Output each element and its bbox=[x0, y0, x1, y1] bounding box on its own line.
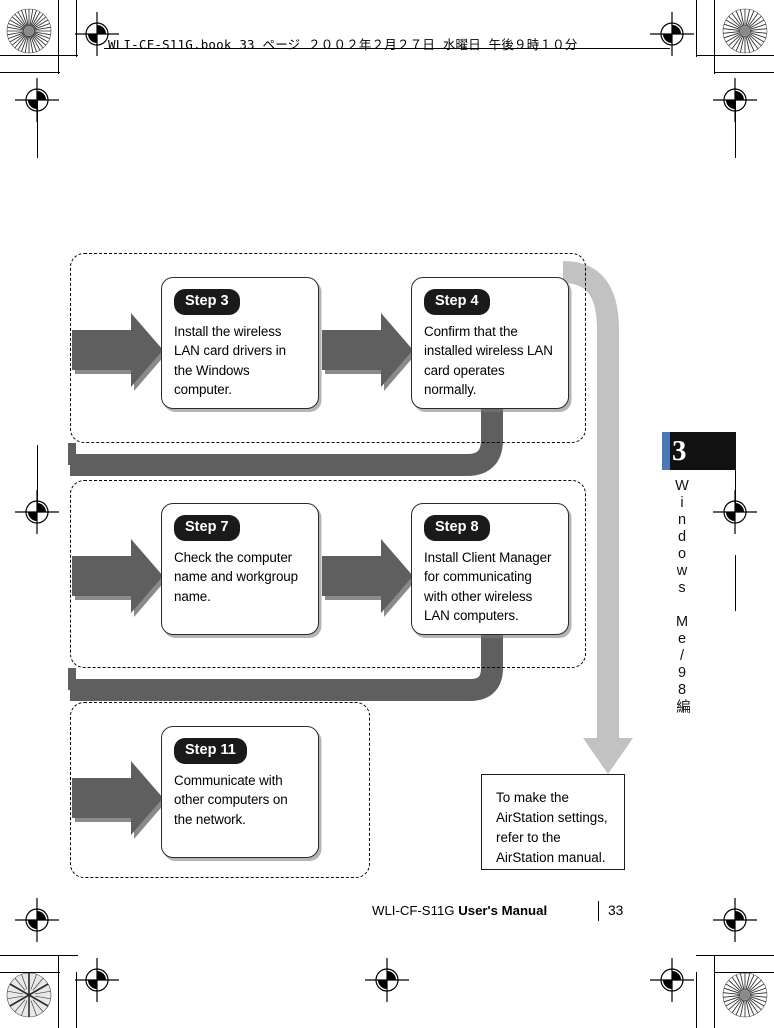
step-box-7[interactable]: Step 7 Check the computer name and workg… bbox=[161, 503, 319, 635]
footer-title-bold: User's Manual bbox=[458, 903, 548, 918]
airstation-note-text: To make the AirStation settings, refer t… bbox=[496, 790, 608, 865]
step-box-3[interactable]: Step 3 Install the wireless LAN card dri… bbox=[161, 277, 319, 409]
step-7-label: Step 7 bbox=[174, 515, 240, 541]
footer-divider bbox=[598, 901, 600, 921]
step-box-4[interactable]: Step 4 Confirm that the installed wirele… bbox=[411, 277, 569, 409]
chapter-tab-number: 3 bbox=[672, 435, 687, 467]
step-box-11[interactable]: Step 11 Communicate with other computers… bbox=[161, 726, 319, 858]
chapter-tab-accent-edge bbox=[662, 432, 670, 470]
step-4-label: Step 4 bbox=[424, 289, 490, 315]
step-3-text: Install the wireless LAN card drivers in… bbox=[174, 323, 286, 398]
installation-flow-diagram: Step 3 Install the wireless LAN card dri… bbox=[0, 0, 774, 1028]
step-7-text: Check the computer name and workgroup na… bbox=[174, 549, 298, 604]
step-11-label: Step 11 bbox=[174, 738, 247, 764]
page-number: 33 bbox=[608, 903, 624, 918]
connector-cap bbox=[68, 443, 76, 465]
step-8-label: Step 8 bbox=[424, 515, 490, 541]
step-3-label: Step 3 bbox=[174, 289, 240, 315]
footer-title-regular: WLI-CF-S11G bbox=[372, 903, 459, 918]
step-11-text: Communicate with other computers on the … bbox=[174, 772, 288, 827]
footer-manual-title: WLI-CF-S11G User's Manual bbox=[372, 903, 547, 918]
step-box-8[interactable]: Step 8 Install Client Manager for commun… bbox=[411, 503, 569, 635]
airstation-note-box: To make the AirStation settings, refer t… bbox=[481, 774, 625, 870]
step-8-text: Install Client Manager for communicating… bbox=[424, 549, 552, 624]
step-4-text: Confirm that the installed wireless LAN … bbox=[424, 323, 553, 398]
connector-cap bbox=[68, 668, 76, 690]
chapter-tab-title: Windows Me/98編 bbox=[674, 478, 690, 715]
